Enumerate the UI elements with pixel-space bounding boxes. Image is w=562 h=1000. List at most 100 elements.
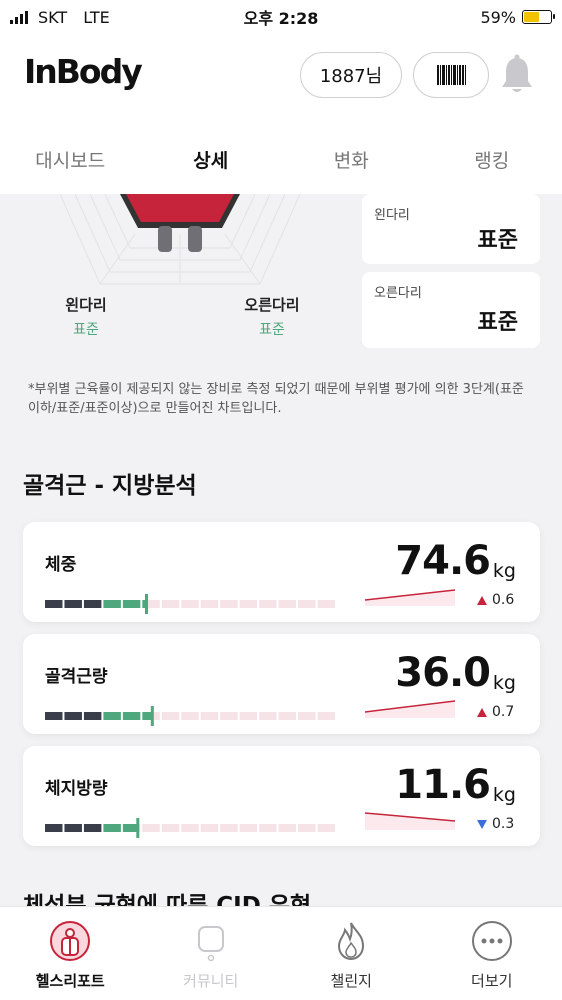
down-arrow-icon	[477, 819, 487, 829]
battery-percent: 59%	[480, 7, 516, 27]
metric-label: 체중	[45, 555, 77, 575]
right-leg-card-label: 오른다리	[374, 286, 422, 301]
user-button[interactable]: 1887님	[300, 52, 402, 98]
level-segment	[146, 600, 160, 608]
level-segment	[161, 600, 180, 608]
level-segment	[181, 600, 199, 608]
level-segment	[220, 712, 238, 720]
carrier-label: SKT	[38, 7, 68, 27]
tab-dashboard[interactable]: 대시보드	[0, 116, 141, 194]
metric-label: 골격근량	[45, 667, 108, 687]
metric-value: 36.0	[395, 650, 491, 696]
next-section-title: 체성분 균형에 따른 CID 유형	[23, 893, 312, 906]
level-bar	[45, 706, 335, 726]
level-segment	[45, 712, 63, 720]
battery-icon	[522, 10, 555, 24]
level-segment	[200, 712, 219, 720]
metric-delta: 0.3	[477, 816, 514, 832]
left-leg-card-label: 왼다리	[374, 208, 410, 223]
barcode-icon	[436, 65, 466, 85]
bell-icon[interactable]	[500, 54, 534, 96]
level-segment	[83, 824, 102, 832]
level-segment	[317, 824, 335, 832]
bottom-nav: 헬스리포트 커뮤니티 챌린지 더보기	[0, 906, 562, 1000]
left-leg-segment: 왼다리 표준	[31, 294, 141, 339]
level-segment	[64, 824, 82, 832]
level-segment	[103, 600, 121, 608]
level-segment	[122, 600, 141, 608]
metric-label: 체지방량	[45, 779, 108, 799]
tab-ranking[interactable]: 랭킹	[422, 116, 562, 194]
battery-fill	[524, 12, 540, 22]
nav-health-report[interactable]: 헬스리포트	[0, 907, 141, 1000]
level-segment	[239, 600, 258, 608]
more-icon	[471, 921, 512, 961]
nav-label: 헬스리포트	[35, 972, 105, 990]
trend-chart	[365, 700, 455, 718]
metric-value: 74.6	[395, 538, 491, 584]
metric-delta: 0.6	[477, 592, 514, 608]
metric-unit: kg	[492, 672, 516, 694]
level-segment	[278, 712, 297, 720]
level-segment	[200, 824, 219, 832]
up-arrow-icon	[477, 707, 487, 717]
trend-chart	[365, 589, 455, 606]
detail-content[interactable]: 왼다리 표준 오른다리 표준 왼다리 표준 오른다리 표준 *부위별 근육률이 …	[0, 194, 562, 906]
level-bar	[45, 594, 335, 614]
level-segment	[122, 824, 138, 832]
metric-unit: kg	[492, 784, 516, 806]
level-segment	[83, 712, 102, 720]
nav-more[interactable]: 더보기	[422, 907, 562, 1000]
right-leg-value: 표준	[259, 322, 285, 338]
nav-label: 챌린지	[330, 972, 372, 990]
barcode-button[interactable]	[413, 52, 489, 98]
level-segment	[239, 712, 258, 720]
level-marker	[145, 594, 148, 614]
health-report-icon	[50, 921, 91, 961]
right-leg-segment: 오른다리 표준	[217, 294, 327, 339]
level-segment	[259, 600, 277, 608]
level-segment	[45, 824, 63, 832]
skeletal-muscle-card[interactable]: 골격근량 36.0 kg 0.7	[23, 634, 540, 734]
network-label: LTE	[83, 7, 110, 27]
level-segment	[239, 824, 258, 832]
left-leg-card: 왼다리 표준	[362, 194, 540, 264]
delta-value: 0.7	[492, 704, 515, 720]
level-marker	[150, 706, 154, 726]
nav-community[interactable]: 커뮤니티	[141, 907, 282, 1000]
tab-change[interactable]: 변화	[281, 116, 422, 194]
level-segment	[317, 712, 335, 720]
level-segment	[200, 600, 219, 608]
delta-value: 0.6	[492, 592, 515, 608]
level-segment	[83, 600, 102, 608]
level-segment	[278, 824, 297, 832]
right-leg-label: 오른다리	[244, 296, 300, 314]
level-segment	[298, 712, 316, 720]
inbody-logo: InBody	[24, 52, 143, 91]
tab-bar: 대시보드 상세 변화 랭킹	[0, 116, 562, 194]
level-segment	[181, 824, 199, 832]
left-leg-label: 왼다리	[65, 296, 107, 314]
weight-card[interactable]: 체중 74.6 kg 0.6	[23, 522, 540, 622]
nav-challenge[interactable]: 챌린지	[281, 907, 422, 1000]
body-fat-card[interactable]: 체지방량 11.6 kg 0.3	[23, 746, 540, 846]
level-segment	[103, 712, 121, 720]
right-leg-card: 오른다리 표준	[362, 272, 540, 348]
metric-delta: 0.7	[477, 704, 514, 720]
section-title: 골격근 - 지방분석	[23, 473, 197, 499]
status-bar: SKT LTE 오후 2:28 59%	[0, 0, 562, 34]
segment-note: *부위별 근육률이 제공되지 않는 장비로 측정 되었기 때문에 부위별 평가에…	[28, 382, 524, 416]
level-segment	[317, 600, 335, 608]
left-leg-card-value: 표준	[477, 228, 518, 253]
app-header: InBody 1887님	[0, 34, 562, 116]
level-segment	[181, 712, 199, 720]
tab-detail[interactable]: 상세	[141, 116, 282, 194]
community-icon	[197, 926, 224, 962]
level-segment	[220, 824, 238, 832]
level-segment	[298, 824, 316, 832]
level-segment	[278, 600, 297, 608]
level-segment	[298, 600, 316, 608]
level-segment	[45, 600, 63, 608]
level-segment	[259, 712, 277, 720]
right-leg-card-value: 표준	[477, 310, 518, 335]
